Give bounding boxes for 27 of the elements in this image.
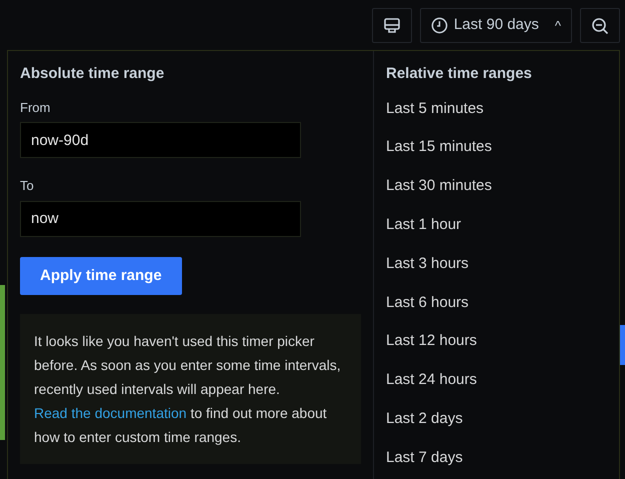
time-range-option[interactable]: Last 30 minutes xyxy=(386,175,492,198)
display-button[interactable] xyxy=(372,8,412,43)
time-range-option[interactable]: Last 3 hours xyxy=(386,252,469,276)
zoom-out-icon xyxy=(591,16,609,34)
documentation-link[interactable]: Read the documentation xyxy=(34,405,187,421)
time-range-option[interactable]: Last 6 hours xyxy=(386,292,469,314)
panel-edge xyxy=(620,325,625,365)
time-range-option[interactable]: Last 12 hours xyxy=(386,330,477,353)
section-title: Relative time ranges xyxy=(386,64,533,84)
zoom-out-button[interactable] xyxy=(580,8,620,43)
from-field[interactable]: now-90d xyxy=(20,122,301,158)
clock-icon xyxy=(430,17,448,34)
to-field[interactable]: now xyxy=(20,200,301,236)
apply-button[interactable]: Apply time range xyxy=(20,256,182,295)
field-label: To xyxy=(20,177,35,195)
monitor-icon xyxy=(382,16,401,34)
time-range-option[interactable]: Last 24 hours xyxy=(386,369,477,392)
time-range-button[interactable]: Last 90 days ^ xyxy=(420,8,572,43)
time-range-option[interactable]: Last 1 hour xyxy=(386,214,462,237)
time-range-option[interactable]: Last 15 minutes xyxy=(386,136,492,159)
time-range-option[interactable]: Last 2 days xyxy=(386,408,463,431)
time-range-option[interactable]: Last 7 days xyxy=(386,446,463,470)
section-title: Absolute time range xyxy=(20,64,166,84)
info-text: Read the documentation to find out more about how to enter custom time ranges. xyxy=(34,404,328,447)
info-text: It looks like you haven't used this timer picker before. As soon as you enter some time intervals, recently used intervals will appear here. xyxy=(34,332,342,399)
field-label: From xyxy=(20,98,52,116)
time-range-option[interactable]: Last 5 minutes xyxy=(386,98,484,120)
